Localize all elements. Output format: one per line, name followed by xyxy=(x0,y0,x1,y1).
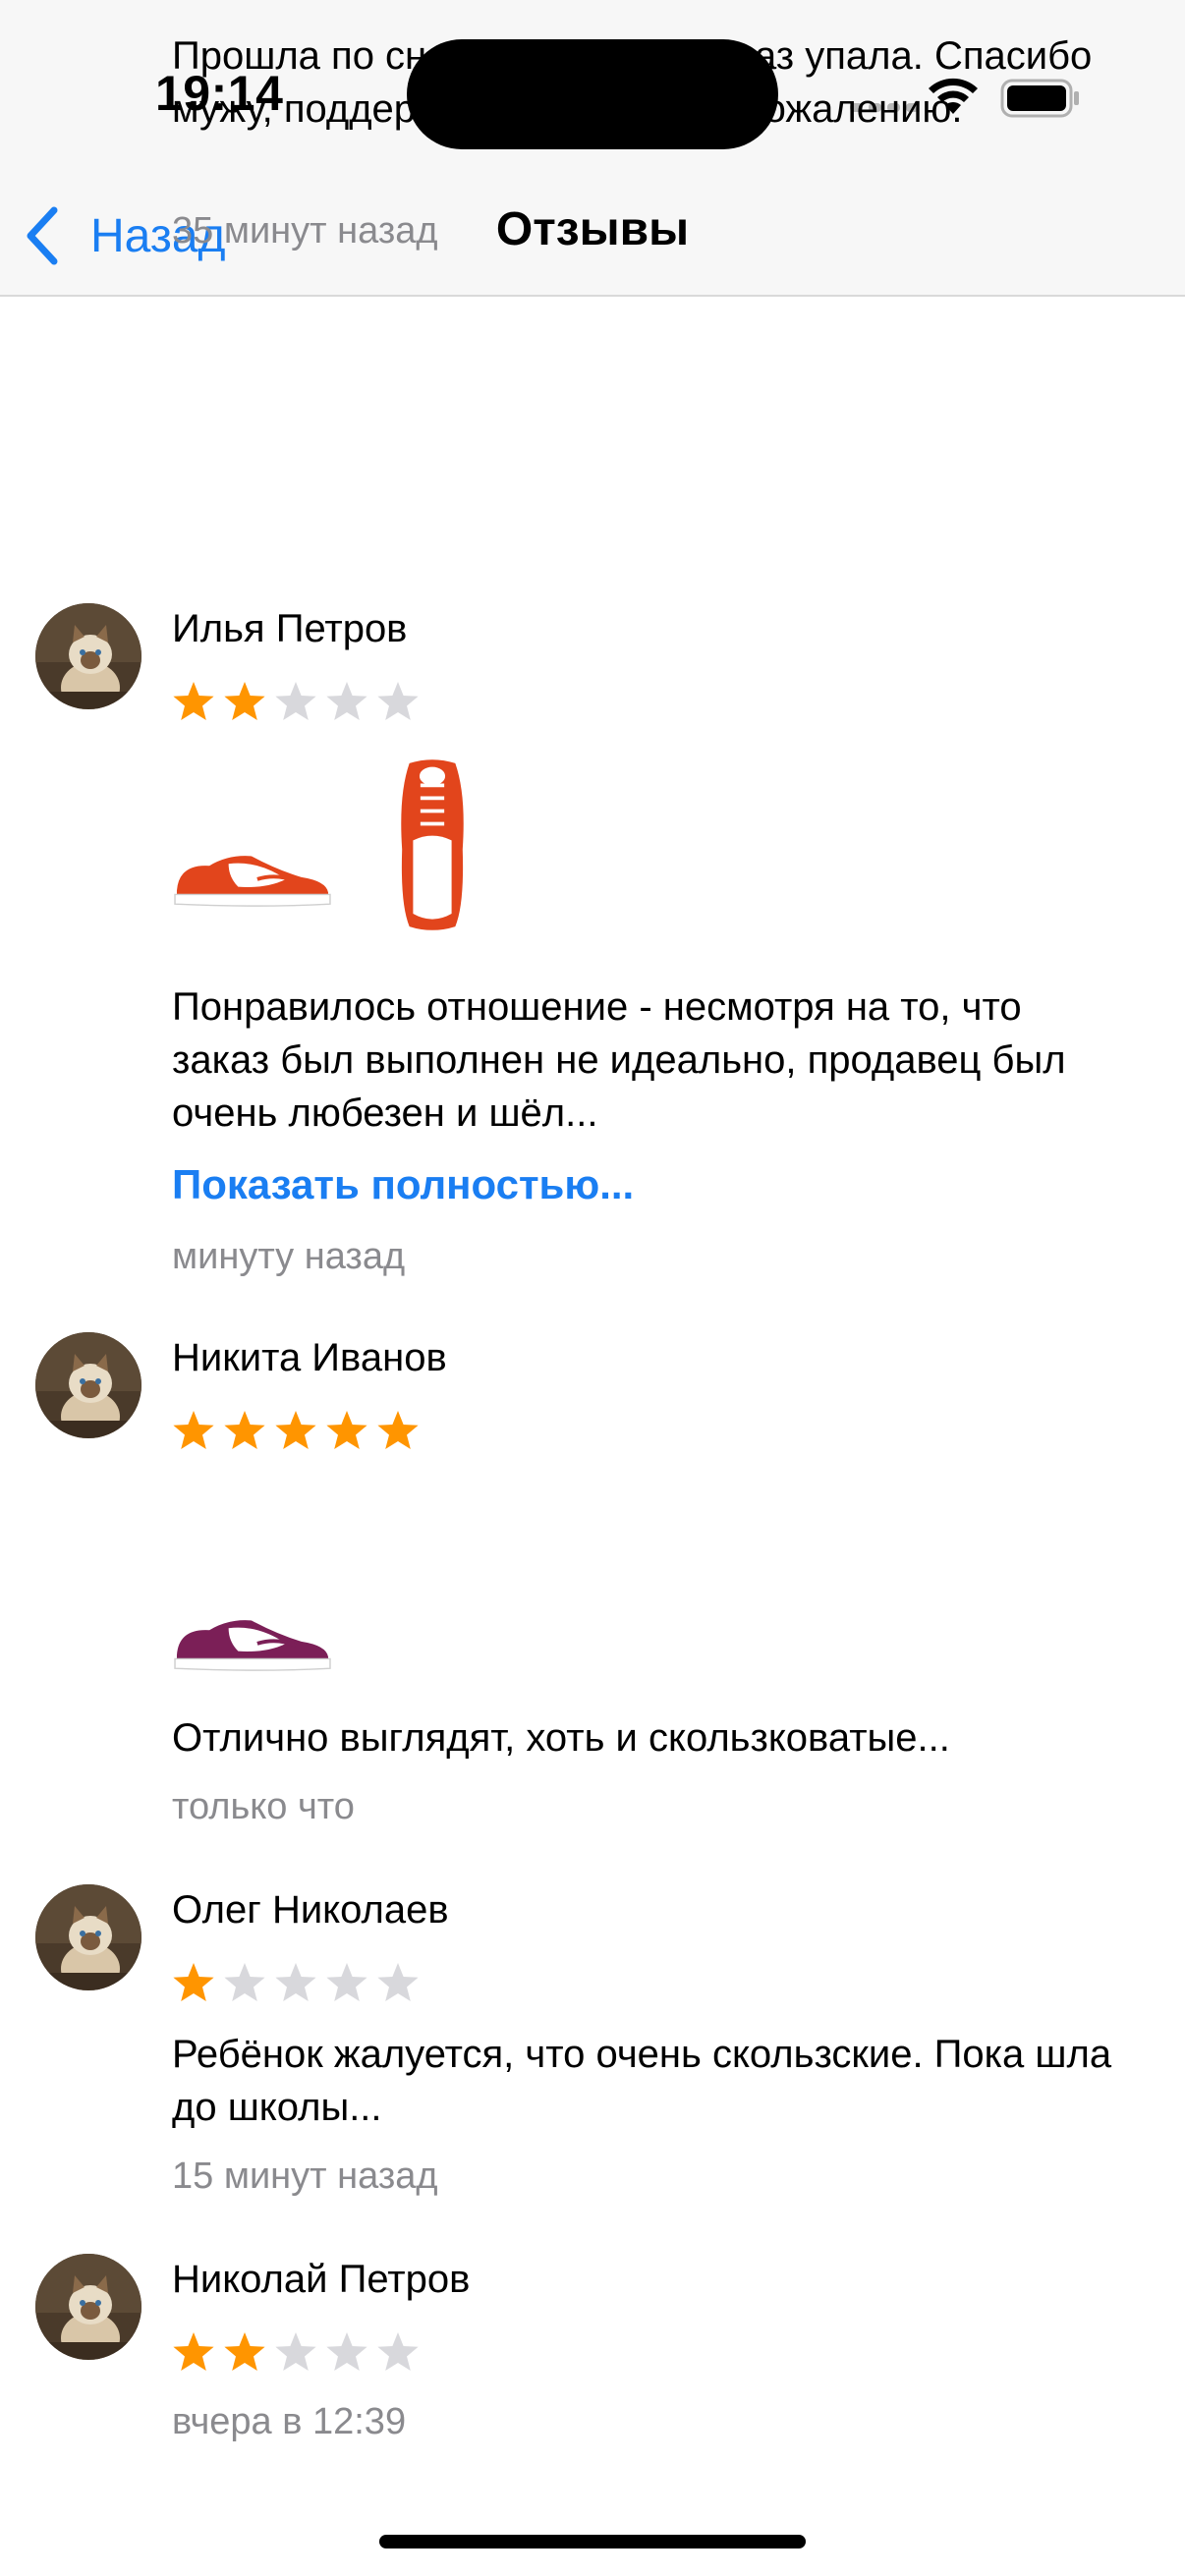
review-time: 35 минут назад xyxy=(172,210,438,252)
review-text: Ребёнок жалуется, что очень скользские. … xyxy=(172,2033,1112,2129)
review-time: 15 минут назад xyxy=(172,2156,438,2197)
star-filled-icon xyxy=(172,1409,215,1452)
star-empty-icon xyxy=(274,1961,317,2004)
star-filled-icon xyxy=(325,1409,368,1452)
avatar[interactable] xyxy=(35,1332,141,1438)
rating-stars xyxy=(172,1961,420,2004)
avatar[interactable] xyxy=(35,2254,141,2360)
star-empty-icon xyxy=(376,1961,420,2004)
star-filled-icon xyxy=(376,1409,420,1452)
star-empty-icon xyxy=(223,1961,266,2004)
rating-stars xyxy=(172,2330,420,2374)
review-time: минуту назад xyxy=(172,1236,406,1277)
review-text: Прошла по снегу 30 метров, 5 раз упала. … xyxy=(172,34,1093,131)
star-filled-icon xyxy=(172,1961,215,2004)
star-empty-icon xyxy=(376,2330,420,2374)
star-empty-icon xyxy=(325,1961,368,2004)
star-empty-icon xyxy=(325,680,368,723)
reviews-screen: 19:14 Назад Отзывы Прошла по снегу 30 ме… xyxy=(0,0,1185,2576)
star-filled-icon xyxy=(223,1409,266,1452)
star-filled-icon xyxy=(274,1409,317,1452)
review-text: Понравилось отношение - несмотря на то, … xyxy=(172,985,1066,1135)
review-photo[interactable] xyxy=(391,756,474,933)
rating-stars xyxy=(172,680,420,723)
review-author: Илья Петров xyxy=(172,607,408,650)
home-indicator[interactable] xyxy=(379,2535,806,2548)
star-filled-icon xyxy=(172,680,215,723)
star-empty-icon xyxy=(274,680,317,723)
review-time: вчера в 12:39 xyxy=(172,2401,407,2442)
review-text: Отлично выглядят, хоть и скользковатые..… xyxy=(172,1716,950,1760)
review-photo[interactable] xyxy=(171,835,334,912)
avatar[interactable] xyxy=(35,603,141,709)
rating-stars xyxy=(172,1409,420,1452)
review-photo[interactable] xyxy=(171,1599,334,1676)
review-time: только что xyxy=(172,1786,355,1827)
review-author: Никита Иванов xyxy=(172,1336,447,1379)
star-filled-icon xyxy=(223,680,266,723)
star-filled-icon xyxy=(223,2330,266,2374)
review-author: Олег Николаев xyxy=(172,1888,449,1932)
star-empty-icon xyxy=(376,680,420,723)
star-empty-icon xyxy=(325,2330,368,2374)
review-author: Николай Петров xyxy=(172,2258,471,2301)
avatar[interactable] xyxy=(35,1884,141,1990)
star-empty-icon xyxy=(274,2330,317,2374)
star-filled-icon xyxy=(172,2330,215,2374)
show-more-link[interactable]: Показать полностью... xyxy=(172,1161,634,1208)
